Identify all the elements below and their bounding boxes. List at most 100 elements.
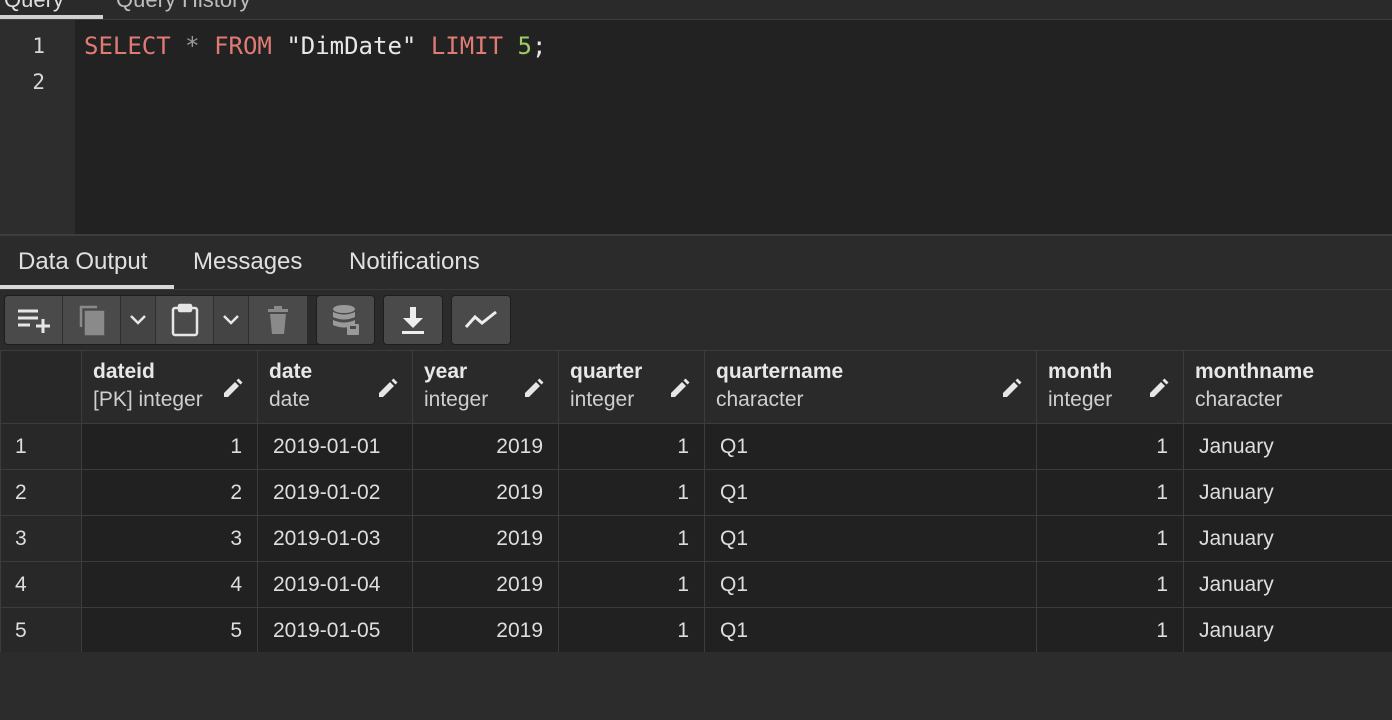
cell-dateid[interactable]: 5 xyxy=(81,607,258,654)
graph-visualiser-button[interactable] xyxy=(451,295,511,345)
cell-year[interactable]: 2019 xyxy=(412,469,559,516)
cell-quarter[interactable]: 1 xyxy=(558,423,705,470)
cell-dateid[interactable]: 4 xyxy=(81,561,258,608)
paste-options-dropdown[interactable] xyxy=(214,296,249,344)
copy-options-dropdown[interactable] xyxy=(121,296,156,344)
row-number[interactable]: 5 xyxy=(0,607,82,654)
cell-quartername[interactable]: Q1 xyxy=(704,561,1037,608)
cell-month[interactable]: 1 xyxy=(1036,561,1184,608)
copy-button[interactable] xyxy=(63,296,121,344)
download-button[interactable] xyxy=(383,295,443,345)
pencil-icon[interactable] xyxy=(668,378,690,406)
tab-query-history[interactable]: Query History xyxy=(116,0,250,13)
cell-date[interactable]: 2019-01-04 xyxy=(257,561,413,608)
pencil-icon[interactable] xyxy=(1000,378,1022,406)
cell-date[interactable]: 2019-01-02 xyxy=(257,469,413,516)
row-number[interactable]: 3 xyxy=(0,515,82,562)
sql-keyword: FROM xyxy=(214,32,272,60)
chevron-down-icon xyxy=(130,315,146,325)
column-header-dateid[interactable]: dateid [PK] integer xyxy=(81,350,258,424)
cell-date[interactable]: 2019-01-05 xyxy=(257,607,413,654)
table-row[interactable]: 5 5 2019-01-05 2019 1 Q1 1 January xyxy=(0,607,1392,654)
cell-quartername[interactable]: Q1 xyxy=(704,423,1037,470)
sql-keyword: SELECT xyxy=(84,32,171,60)
row-number[interactable]: 1 xyxy=(0,423,82,470)
save-data-button[interactable] xyxy=(316,295,375,345)
cell-quartername[interactable]: Q1 xyxy=(704,607,1037,654)
results-tab-strip: Data Output Messages Notifications xyxy=(0,234,1392,290)
add-row-icon xyxy=(17,309,50,333)
row-number-header[interactable] xyxy=(0,350,82,424)
copy-icon xyxy=(79,305,104,336)
add-row-button[interactable] xyxy=(5,296,63,344)
cell-month[interactable]: 1 xyxy=(1036,607,1184,654)
cell-month[interactable]: 1 xyxy=(1036,469,1184,516)
pencil-icon[interactable] xyxy=(376,378,398,406)
cell-date[interactable]: 2019-01-01 xyxy=(257,423,413,470)
cell-monthname[interactable]: January xyxy=(1183,423,1392,470)
cell-quarter[interactable]: 1 xyxy=(558,607,705,654)
cell-monthname[interactable]: January xyxy=(1183,515,1392,562)
results-toolbar xyxy=(0,290,1392,350)
column-header-monthname[interactable]: monthname character xyxy=(1183,350,1392,424)
delete-row-button[interactable] xyxy=(249,296,307,344)
cell-quarter[interactable]: 1 xyxy=(558,515,705,562)
query-tab-strip: Query Query History xyxy=(0,0,1392,20)
column-header-date[interactable]: date date xyxy=(257,350,413,424)
column-header-quartername[interactable]: quartername character xyxy=(704,350,1037,424)
cell-year[interactable]: 2019 xyxy=(412,423,559,470)
pencil-icon[interactable] xyxy=(221,378,243,406)
tab-query[interactable]: Query xyxy=(4,0,64,13)
cell-dateid[interactable]: 2 xyxy=(81,469,258,516)
cell-quarter[interactable]: 1 xyxy=(558,561,705,608)
paste-icon xyxy=(171,303,198,337)
cell-year[interactable]: 2019 xyxy=(412,515,559,562)
cell-monthname[interactable]: January xyxy=(1183,561,1392,608)
sql-semicolon: ; xyxy=(531,32,547,60)
empty-grid-area xyxy=(0,652,1392,720)
sql-keyword: LIMIT xyxy=(430,32,504,60)
column-header-quarter[interactable]: quarter integer xyxy=(558,350,705,424)
cell-year[interactable]: 2019 xyxy=(412,607,559,654)
cell-month[interactable]: 1 xyxy=(1036,515,1184,562)
header-row: dateid [PK] integer date date year integer … xyxy=(0,350,1392,424)
table-row[interactable]: 3 3 2019-01-03 2019 1 Q1 1 January xyxy=(0,515,1392,562)
cell-date[interactable]: 2019-01-03 xyxy=(257,515,413,562)
save-data-icon xyxy=(332,305,359,335)
pencil-icon[interactable] xyxy=(522,378,544,406)
cell-year[interactable]: 2019 xyxy=(412,561,559,608)
row-number[interactable]: 4 xyxy=(0,561,82,608)
active-tab-indicator xyxy=(0,15,103,19)
download-icon xyxy=(402,307,424,334)
cell-dateid[interactable]: 1 xyxy=(81,423,258,470)
column-header-year[interactable]: year integer xyxy=(412,350,559,424)
sql-editor[interactable]: 1 2 SELECT * FROM "DimDate" LIMIT 5; xyxy=(0,20,1392,234)
tab-data-output[interactable]: Data Output xyxy=(18,248,147,276)
column-type: character xyxy=(1195,388,1283,411)
cell-quartername[interactable]: Q1 xyxy=(704,515,1037,562)
column-name: monthname xyxy=(1195,360,1315,383)
tab-messages[interactable]: Messages xyxy=(193,248,302,276)
line-number-gutter: 1 2 xyxy=(0,20,75,234)
tab-notifications[interactable]: Notifications xyxy=(349,248,480,276)
table-row[interactable]: 4 4 2019-01-04 2019 1 Q1 1 January xyxy=(0,561,1392,608)
cell-monthname[interactable]: January xyxy=(1183,607,1392,654)
pencil-icon[interactable] xyxy=(1147,378,1169,406)
delete-icon xyxy=(268,306,288,334)
sql-identifier: "DimDate" xyxy=(286,32,417,60)
cell-quarter[interactable]: 1 xyxy=(558,469,705,516)
chevron-down-icon xyxy=(223,315,239,325)
cell-quartername[interactable]: Q1 xyxy=(704,469,1037,516)
table-row[interactable]: 1 1 2019-01-01 2019 1 Q1 1 January xyxy=(0,423,1392,470)
cell-month[interactable]: 1 xyxy=(1036,423,1184,470)
cell-monthname[interactable]: January xyxy=(1183,469,1392,516)
column-header-month[interactable]: month integer xyxy=(1036,350,1184,424)
graph-icon xyxy=(464,310,497,329)
table-row[interactable]: 2 2 2019-01-02 2019 1 Q1 1 January xyxy=(0,469,1392,516)
row-number[interactable]: 2 xyxy=(0,469,82,516)
paste-button[interactable] xyxy=(156,296,214,344)
column-type: character xyxy=(716,388,804,411)
line-number: 2 xyxy=(32,70,45,94)
code-line[interactable]: SELECT * FROM "DimDate" LIMIT 5; xyxy=(84,32,546,60)
cell-dateid[interactable]: 3 xyxy=(81,515,258,562)
